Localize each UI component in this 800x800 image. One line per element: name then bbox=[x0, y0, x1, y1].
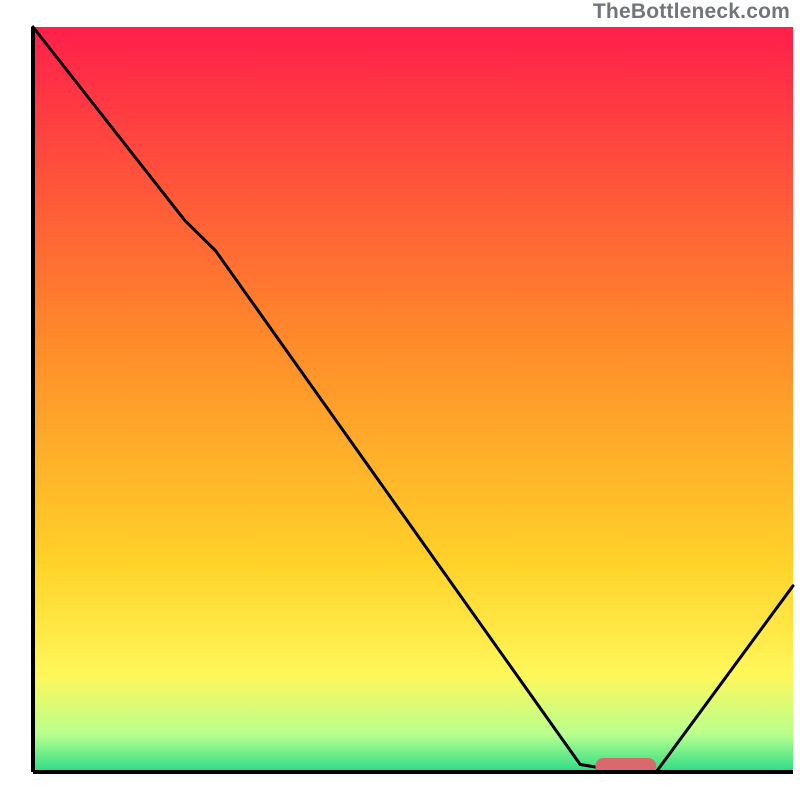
plot-area bbox=[33, 27, 793, 772]
attribution-text: TheBottleneck.com bbox=[593, 0, 790, 24]
chart-container: TheBottleneck.com bbox=[0, 0, 800, 800]
chart-svg bbox=[0, 0, 800, 800]
